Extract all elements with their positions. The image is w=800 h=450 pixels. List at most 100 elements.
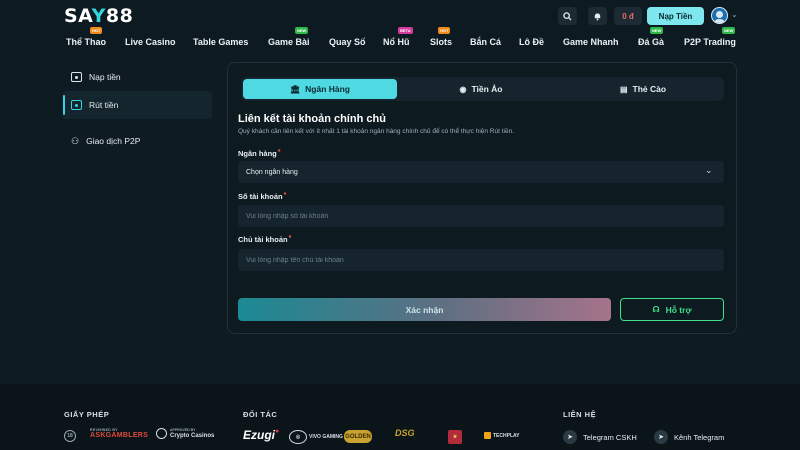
tab-ngan-hang[interactable]: 🏛 Ngân Hàng [243,79,397,99]
license-heading: GIẤY PHÉP [64,410,110,419]
label-text: Chủ tài khoản [238,235,288,244]
sidebar-item-label: Nạp tiền [89,72,121,82]
golden-logo[interactable]: GOLDEN [344,430,372,443]
golden-text: GOLDEN [344,430,372,443]
nav-label: Table Games [193,37,249,47]
support-button[interactable]: ☊ Hỗ trợ [620,298,724,321]
provider-logo[interactable]: ★ [448,430,462,444]
coin-icon [156,428,167,439]
bank-select[interactable]: Chọn ngân hàng [238,161,724,183]
nav-item-da-ga[interactable]: Đá Gà NEW [638,27,665,47]
card-icon: ▤ [619,84,628,94]
nav-label: Đá Gà [638,37,665,47]
brand-logo[interactable]: SAY88 [64,5,133,27]
new-badge: NEW [295,27,309,34]
label-text: Số tài khoản [238,192,283,201]
techplay-logo[interactable]: TECHPLAY [484,432,520,439]
hot-badge: HOT [90,27,103,34]
required-mark: * [277,149,281,156]
wallet-icon [71,72,82,82]
tab-label: Tiền Ảo [471,84,503,94]
age-badge-text: 18 [64,430,76,442]
logo-text-1: SA [64,5,92,27]
telegram-cskh-link[interactable]: ➤ Telegram CSKH [563,430,637,444]
nav-label: Live Casino [125,37,176,47]
nav-label: Game Nhanh [563,37,619,47]
account-holder-label: Chủ tài khoản* [238,235,291,244]
tab-label: Thẻ Cào [632,84,667,94]
nav-label: Bắn Cá [470,37,502,47]
techplay-mark-icon [484,432,491,439]
account-number-input[interactable] [238,205,724,227]
vivo-gaming-logo[interactable]: ◎ VIVO GAMING [289,430,343,444]
nav-item-slots[interactable]: Slots HOT [430,27,453,47]
bank-icon: 🏛 [289,84,301,94]
beta-badge: BETA [398,27,413,34]
nav-item-ban-ca[interactable]: Bắn Cá [470,37,501,47]
nav-label: Thể Thao [66,37,106,47]
age-18-badge: 18 [64,430,76,442]
tab-tien-ao[interactable]: ◉ Tiền Ảo [404,79,558,99]
deposit-button[interactable]: Nạp Tiền [647,7,704,25]
telegram-icon: ➤ [654,430,668,444]
bell-icon [594,12,601,20]
crypto-big: Crypto Casinos [170,433,215,439]
required-mark: * [288,235,292,242]
bank-select-value: Chọn ngân hàng [246,168,298,176]
nav-item-p2p-trading[interactable]: P2P Trading NEW [684,27,736,47]
top-header: SAY88 0 đ Nạp Tiền ⌄ Thể Thao HOT Live C… [0,0,800,52]
dsg-logo[interactable]: DSG [395,428,415,438]
ezugi-logo[interactable]: Ezugi● [243,428,279,442]
new-badge: NEW [650,27,664,34]
telegram-channel-link[interactable]: ➤ Kênh Telegram [654,430,724,444]
withdraw-panel [227,62,737,334]
bank-label: Ngân hàng* [238,149,280,158]
account-number-label: Số tài khoản* [238,192,286,201]
vivo-text: VIVO GAMING [309,434,343,440]
confirm-button[interactable]: Xác nhận [238,298,611,321]
tab-the-cao[interactable]: ▤ Thẻ Cào [566,79,720,99]
nav-item-quay-so[interactable]: Quay Số [329,37,366,47]
balance-display[interactable]: 0 đ [614,7,642,25]
account-holder-input[interactable] [238,249,724,271]
chevron-down-icon[interactable]: ⌄ [705,165,713,176]
logo-text-3: 88 [105,5,134,27]
search-button[interactable] [558,7,577,25]
wallet-icon [71,100,82,110]
sidebar-item-giao-dich-p2p[interactable]: ⚇ Giao dịch P2P [63,127,212,155]
label-text: Ngân hàng [238,149,277,158]
nav-item-table-games[interactable]: Table Games [193,37,248,47]
chevron-down-icon[interactable]: ⌄ [731,10,738,19]
coin-icon: ◉ [459,84,467,94]
logo-text-2: Y [91,5,106,27]
ezugi-text: Ezugi [243,428,275,442]
form-title: Liên kết tài khoản chính chủ [238,113,386,125]
askgamblers-big: ASKGAMBLERS [90,432,149,439]
hot-badge: HOT [438,27,451,34]
tab-label: Ngân Hàng [305,84,351,94]
partners-heading: ĐỐI TÁC [243,410,278,419]
nav-item-no-hu[interactable]: Nổ Hũ BETA [383,27,413,47]
user-avatar-icon[interactable] [711,7,728,24]
notification-button[interactable] [588,7,607,25]
nav-item-the-thao[interactable]: Thể Thao HOT [66,27,106,47]
techplay-text: TECHPLAY [493,432,520,439]
nav-item-game-bai[interactable]: Game Bài NEW [268,27,310,47]
askgamblers-logo: REVIEWED BY ASKGAMBLERS [90,428,148,439]
nav-label: P2P Trading [684,37,736,47]
form-description: Quý khách cần liên kết với ít nhất 1 tài… [238,128,515,135]
contact-heading: LIÊN HỆ [563,410,597,419]
nav-item-lo-de[interactable]: Lô Đề [519,37,544,47]
sidebar-item-label: Rút tiền [89,100,119,110]
required-mark: * [283,192,287,199]
nav-label: Slots [430,37,453,47]
sidebar-item-nap-tien[interactable]: Nạp tiền [63,63,212,91]
nav-item-game-nhanh[interactable]: Game Nhanh [563,37,619,47]
sidebar-item-rut-tien[interactable]: Rút tiền [63,91,212,119]
new-badge: NEW [722,27,736,34]
vivo-mark-icon: ◎ [289,430,307,444]
main-nav: Thể Thao HOT Live Casino Table Games Gam… [0,27,800,52]
nav-item-live-casino[interactable]: Live Casino [125,37,176,47]
telegram-cskh-label: Telegram CSKH [583,432,637,442]
sidebar-item-label: Giao dịch P2P [86,136,141,146]
